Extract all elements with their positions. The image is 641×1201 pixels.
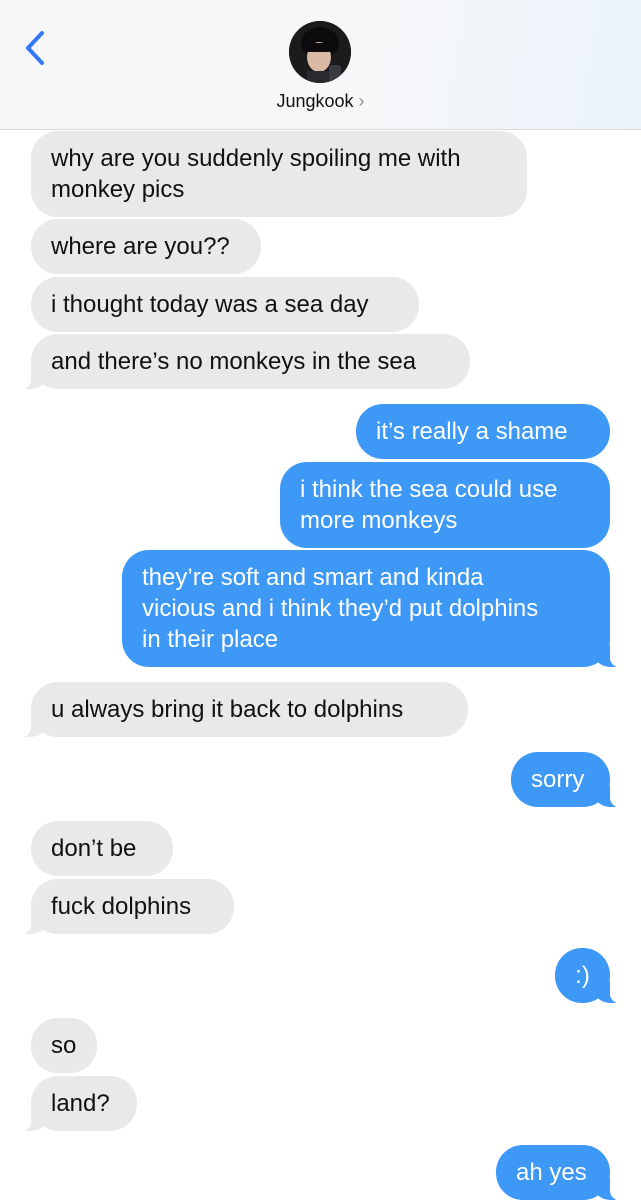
message-bubble-outgoing[interactable]: they’re soft and smart and kinda vicious…	[122, 550, 622, 668]
message-bubble-incoming[interactable]: i thought today was a sea day	[31, 277, 419, 332]
message-line: more monkeys	[300, 507, 458, 534]
message-line: land?	[51, 1090, 110, 1117]
contact-name: Jungkook	[276, 91, 354, 111]
message-bubble-incoming[interactable]: land?	[19, 1076, 137, 1132]
message-line: why are you suddenly spoiling me with	[51, 145, 461, 172]
message-line: it’s really a shame	[376, 418, 568, 445]
back-button[interactable]	[22, 30, 52, 66]
message-bubble-incoming[interactable]: why are you suddenly spoiling me with mo…	[31, 131, 527, 217]
message-line: so	[51, 1032, 77, 1059]
message-line: ah yes	[516, 1159, 587, 1186]
message-bubble-outgoing[interactable]: :)	[555, 948, 622, 1004]
message-bubble-outgoing[interactable]: sorry	[511, 752, 622, 808]
message-line: fuck dolphins	[51, 893, 192, 920]
message-bubble-incoming[interactable]: and there’s no monkeys in the sea	[19, 334, 470, 390]
message-line: sorry	[531, 766, 585, 793]
message-bubble-incoming[interactable]: don’t be	[31, 821, 173, 876]
message-line: and there’s no monkeys in the sea	[51, 348, 417, 375]
message-line: they’re soft and smart and kinda	[142, 564, 484, 591]
message-line: in their place	[142, 626, 279, 653]
message-line: :)	[575, 962, 590, 989]
message-line: monkey pics	[51, 176, 185, 203]
message-bubble-outgoing[interactable]: i think the sea could use more monkeys	[280, 462, 610, 548]
message-bubble-incoming[interactable]: u always bring it back to dolphins	[19, 682, 468, 738]
message-line: i thought today was a sea day	[51, 291, 369, 318]
message-line: where are you??	[51, 233, 230, 260]
message-bubble-incoming[interactable]: where are you??	[31, 219, 261, 274]
message-line: vicious and i think they’d put dolphins	[142, 595, 539, 622]
message-bubble-incoming[interactable]: fuck dolphins	[19, 879, 234, 935]
message-line: don’t be	[51, 835, 137, 862]
chevron-right-icon: ›	[358, 91, 365, 111]
avatar[interactable]	[289, 21, 351, 83]
message-line: i think the sea could use	[300, 476, 558, 503]
message-bubble-outgoing[interactable]: ah yes	[496, 1145, 622, 1201]
message-line: u always bring it back to dolphins	[51, 696, 404, 723]
message-bubble-outgoing[interactable]: it’s really a shame	[356, 404, 610, 459]
message-bubble-incoming[interactable]: so	[31, 1018, 97, 1073]
contact-name-button[interactable]: Jungkook ›	[0, 91, 641, 112]
chevron-left-icon[interactable]	[22, 30, 52, 66]
conversation-header: Jungkook ›	[0, 0, 641, 130]
